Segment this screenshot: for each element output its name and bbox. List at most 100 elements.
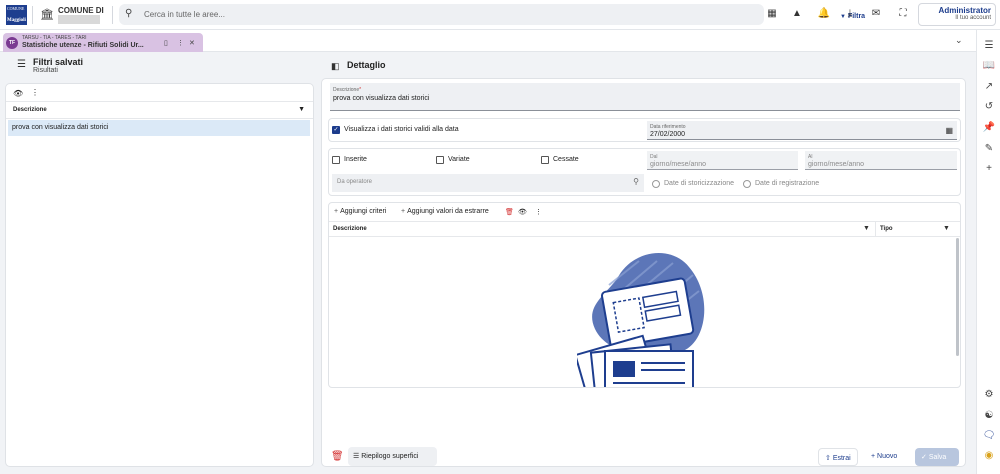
eye-icon[interactable]: 👁 (13, 89, 23, 98)
registrazione-label: Date di registrazione (755, 180, 820, 187)
extract-button[interactable]: ⇧ Estrai (818, 448, 858, 466)
inserite-checkbox[interactable] (332, 156, 340, 164)
maggioli-logo[interactable]: COMUNE Maggioli (6, 5, 27, 25)
filter-icon[interactable]: ▼ (863, 225, 870, 232)
sidebar-toggle-icon[interactable]: ◧ (331, 61, 340, 72)
cessate-checkbox[interactable] (541, 156, 549, 164)
variate-label: Variate (448, 156, 470, 163)
gear-icon[interactable]: ⚙ (981, 387, 997, 403)
trending-icon[interactable]: ↗ (981, 79, 997, 95)
vertical-scrollbar[interactable] (956, 238, 959, 356)
plus-icon: + (334, 208, 339, 215)
date-to-field[interactable]: Al giorno/mese/anno (805, 151, 957, 170)
tab-bar: TF TARSU - TIA - TARES - TARI Statistich… (0, 30, 976, 52)
fullscreen-icon[interactable]: ⛶ (896, 7, 910, 21)
calendar-icon[interactable]: ▦ (945, 126, 953, 135)
chat-icon[interactable]: 🗨 (981, 428, 997, 444)
comune-name-redacted (58, 15, 100, 24)
bank-icon[interactable]: 🏛 (40, 9, 54, 21)
filter-icon[interactable]: ▼ (943, 225, 950, 232)
operator-input[interactable]: Da operatore (337, 179, 372, 185)
global-search[interactable]: ⚲ Cerca in tutte le aree... ▼ Filtra (119, 4, 870, 25)
more-vert-icon[interactable]: ⋮ (535, 208, 542, 216)
variate-checkbox[interactable] (436, 156, 444, 164)
share-icon: ⇧ (825, 455, 833, 462)
more-vert-icon[interactable]: ⋮ (177, 39, 184, 47)
bookmark-icon[interactable]: ▯ (164, 39, 168, 47)
user-name: Administrator (938, 6, 991, 15)
new-label: Nuovo (877, 453, 898, 460)
edit-note-icon[interactable]: ✎ (981, 141, 997, 157)
user-account-button[interactable]: Administrator Il tuo account (918, 3, 996, 26)
list-settings-icon[interactable]: ☰ (981, 38, 997, 54)
apps-grid-icon[interactable]: ▦ (765, 7, 779, 21)
chevron-down-icon[interactable]: ⌄ (955, 35, 963, 46)
extract-label: Estrai (832, 455, 851, 462)
trash-icon[interactable]: 🗑 (505, 208, 514, 216)
divider (112, 6, 113, 24)
add-icon[interactable]: + (981, 161, 997, 177)
warning-icon[interactable]: ▲ (790, 7, 804, 21)
search-icon: ⚲ (125, 8, 133, 19)
accessibility-icon[interactable]: ☯ (981, 408, 997, 424)
more-vert-icon[interactable]: ⋮ (31, 88, 39, 97)
registrazione-radio[interactable] (743, 180, 751, 188)
historic-data-section: ✓ Visualizza i dati storici validi alla … (328, 118, 961, 142)
detail-title: Dettaglio (347, 60, 386, 70)
user-account-label: Il tuo account (955, 15, 991, 21)
history-icon[interactable]: ↺ (981, 99, 997, 115)
add-values-label: Aggiungi valori da estrarre (407, 208, 489, 215)
saved-filters-subtitle: Risultati (33, 67, 58, 74)
reference-date-field[interactable]: Data riferimento 27/02/2000 ▦ (647, 121, 957, 140)
date-from-input[interactable]: giorno/mese/anno (650, 161, 706, 168)
date-from-field[interactable]: Dal giorno/mese/anno (647, 151, 798, 170)
column-header-tipo[interactable]: Tipo (880, 226, 893, 232)
list-icon: ☰ (17, 59, 26, 70)
right-sidebar: ☰ 📖 ↗ ↺ 📌 ✎ + ⚙ ☯ 🗨 ◉ (976, 30, 1000, 474)
summary-button[interactable]: ☰ Riepilogo superfici (348, 447, 437, 466)
download-icon[interactable]: ⤓ (843, 7, 857, 21)
pin-icon[interactable]: 📌 (981, 120, 997, 136)
operator-search-field[interactable]: Da operatore ⚲ (332, 174, 644, 192)
reference-date-label: Data riferimento (650, 124, 686, 130)
description-field[interactable]: Descrizione* prova con visualizza dati s… (330, 83, 960, 111)
search-icon: ⚲ (633, 177, 639, 186)
support-icon[interactable]: ◉ (981, 448, 997, 464)
eye-icon[interactable]: 👁 (518, 208, 527, 216)
new-button[interactable]: + Nuovo (865, 448, 904, 466)
saved-filters-title: Filtri salvati (33, 57, 84, 67)
plus-icon: + (401, 208, 406, 215)
storicizzazione-label: Date di storicizzazione (664, 180, 735, 187)
date-to-input[interactable]: giorno/mese/anno (808, 161, 864, 168)
list-item[interactable]: prova con visualizza dati storici (8, 120, 310, 136)
criteria-table-header: Descrizione ▼ Tipo ▼ (329, 221, 960, 237)
trash-icon[interactable]: 🗑 (331, 451, 344, 462)
column-header-descrizione[interactable]: Descrizione (13, 107, 47, 113)
list-item-label: prova con visualizza dati storici (12, 124, 109, 131)
search-input[interactable]: Cerca in tutte le aree... (144, 10, 225, 19)
empty-state-illustration (577, 253, 705, 387)
description-input[interactable]: prova con visualizza dati storici (333, 95, 430, 102)
mail-icon[interactable]: ✉ (869, 7, 883, 21)
book-icon[interactable]: 📖 (981, 58, 997, 74)
divider (32, 6, 33, 24)
filter-icon[interactable]: ▼ (298, 106, 305, 113)
criteria-section: + Aggiungi criteri + Aggiungi valori da es… (328, 202, 961, 388)
add-values-button[interactable]: + Aggiungi valori da estrarre (401, 208, 489, 215)
bell-icon[interactable]: 🔔 (817, 7, 831, 21)
column-header-descrizione[interactable]: Descrizione (333, 226, 367, 232)
table-header: Descrizione ▼ (6, 101, 313, 119)
tab-title: Statistiche utenze - Rifiuti Solidi Ur..… (22, 42, 144, 49)
tab-statistiche-utenze[interactable]: TF TARSU - TIA - TARES - TARI Statistich… (3, 33, 203, 52)
save-label: Salva (928, 454, 947, 461)
operations-section: Inserite Variate Cessate Dal giorno/mese… (328, 148, 961, 196)
inserite-label: Inserite (344, 156, 367, 163)
save-button[interactable]: ✓ Salva (915, 448, 959, 466)
storicizzazione-radio[interactable] (652, 180, 660, 188)
reference-date-input[interactable]: 27/02/2000 (650, 131, 685, 138)
historic-data-checkbox[interactable]: ✓ (332, 126, 340, 134)
check-icon: ✓ (921, 454, 929, 461)
add-criteria-button[interactable]: + Aggiungi criteri (334, 208, 386, 215)
checklist-icon: ☰ (353, 453, 362, 460)
close-icon[interactable]: ✕ (189, 39, 195, 47)
